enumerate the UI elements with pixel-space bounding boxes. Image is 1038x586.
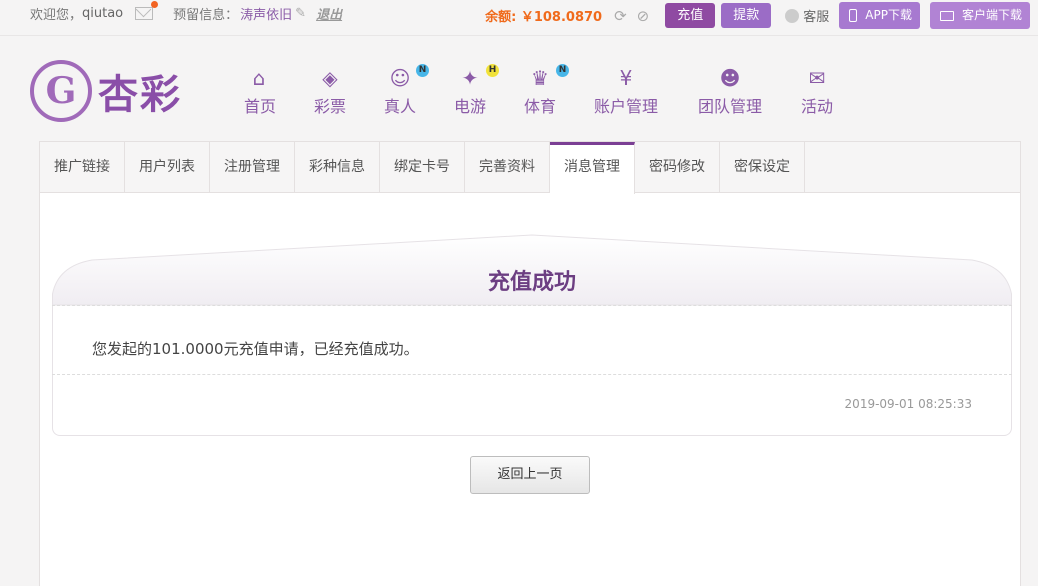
refresh-icon[interactable]: ⟳ [614, 7, 627, 25]
tab-promo-link[interactable]: 推广链接 [40, 142, 125, 193]
edit-icon[interactable]: ✎ [295, 6, 306, 21]
nav-item-egames[interactable]: ✦ H 电游 [453, 64, 499, 117]
new-badge: N [416, 64, 429, 77]
trophy-icon: ♛ N [523, 64, 569, 90]
username: qiutao [82, 6, 124, 21]
notification-dot [151, 1, 159, 8]
logo-mark: G [30, 60, 92, 122]
gamepad-icon: ✦ H [453, 64, 499, 90]
logout-link[interactable]: 退出 [316, 4, 342, 23]
sub-tabs: 推广链接 用户列表 注册管理 彩种信息 绑定卡号 完善资料 消息管理 密码修改 … [40, 142, 1020, 194]
back-button[interactable]: 返回上一页 [470, 456, 590, 494]
user-info: 欢迎您， qiutao 预留信息： 涛声依旧 ✎ 退出 [30, 1, 342, 23]
tab-security-question[interactable]: 密保设定 [720, 142, 805, 193]
nav-item-home[interactable]: ⌂ 首页 [244, 66, 277, 117]
tab-messages[interactable]: 消息管理 [550, 142, 635, 194]
reserved-info-value: 涛声依旧 [240, 8, 293, 23]
nav-label: 彩票 [313, 97, 346, 116]
nav-label: 体育 [523, 97, 556, 116]
top-actions: 余额: ￥108.0870 ⟳ ⊘ 充值 提款 客服 APP下载 客户端下载 [485, 2, 1030, 29]
nav-label: 活动 [800, 97, 833, 116]
content-panel: 推广链接 用户列表 注册管理 彩种信息 绑定卡号 完善资料 消息管理 密码修改 … [39, 141, 1021, 586]
welcome-text: 欢迎您， [30, 8, 83, 23]
phone-icon [849, 9, 858, 22]
nav-item-sports[interactable]: ♛ N 体育 [523, 64, 569, 117]
gift-icon: ✉ [808, 66, 826, 90]
nav-item-lottery[interactable]: ◈ 彩票 [313, 66, 347, 117]
message-text: 您发起的101.0000元充值申请，已经充值成功。 [92, 340, 419, 358]
nav-label: 真人 [383, 97, 416, 116]
new-badge: N [556, 64, 569, 77]
message-title: 充值成功 [487, 270, 576, 295]
customer-service-icon [785, 8, 800, 23]
lottery-ticket-icon: ◈ [322, 66, 338, 90]
client-download-button[interactable]: 客户端下载 [929, 2, 1030, 29]
nav-item-promotions[interactable]: ✉ 活动 [800, 66, 834, 117]
customer-service-link[interactable]: 客服 [785, 6, 829, 25]
balance-text: 余额: ￥108.0870 [485, 10, 603, 25]
tab-password[interactable]: 密码修改 [635, 142, 720, 193]
tab-lottery-info[interactable]: 彩种信息 [295, 142, 380, 193]
account-yen-icon: ¥ [619, 66, 633, 90]
divider [52, 305, 1012, 306]
home-icon: ⌂ [252, 66, 266, 90]
hot-badge: H [486, 64, 499, 77]
reserved-info-label: 预留信息： [173, 8, 239, 23]
customer-service-label: 客服 [803, 10, 830, 25]
app-download-button[interactable]: APP下载 [839, 2, 920, 29]
recharge-button[interactable]: 充值 [665, 3, 716, 28]
tab-registration[interactable]: 注册管理 [210, 142, 295, 193]
nav-label: 账户管理 [593, 97, 658, 116]
nav-item-team[interactable]: ☻ 团队管理 [697, 66, 763, 117]
divider [52, 374, 1012, 375]
tab-profile[interactable]: 完善资料 [465, 142, 550, 193]
tab-user-list[interactable]: 用户列表 [125, 142, 210, 193]
withdraw-button[interactable]: 提款 [721, 3, 772, 28]
nav-label: 首页 [244, 97, 277, 116]
nav-label: 电游 [453, 97, 486, 116]
desktop-icon [939, 10, 954, 21]
message-card: 充值成功 您发起的101.0000元充值申请，已经充值成功。 2019-09-0… [52, 234, 1012, 436]
hide-balance-icon[interactable]: ⊘ [637, 7, 650, 25]
nav-item-live[interactable]: ☺ N 真人 [383, 64, 429, 117]
client-download-label: 客户端下载 [961, 8, 1022, 22]
app-download-label: APP下载 [865, 8, 912, 22]
mail-icon[interactable] [135, 1, 159, 20]
logo-text: 杏彩 [98, 72, 182, 118]
nav-label: 团队管理 [697, 97, 762, 116]
nav-item-account[interactable]: ¥ 账户管理 [593, 66, 659, 117]
site-logo[interactable]: G 杏彩 [30, 60, 182, 122]
live-dealer-icon: ☺ N [383, 64, 429, 90]
tab-bind-card[interactable]: 绑定卡号 [380, 142, 465, 193]
message-timestamp: 2019-09-01 08:25:33 [844, 397, 972, 411]
team-icon: ☻ [719, 66, 741, 90]
top-bar: 欢迎您， qiutao 预留信息： 涛声依旧 ✎ 退出 余额: ￥108.087… [0, 0, 1038, 36]
message-body-card [52, 304, 1012, 436]
